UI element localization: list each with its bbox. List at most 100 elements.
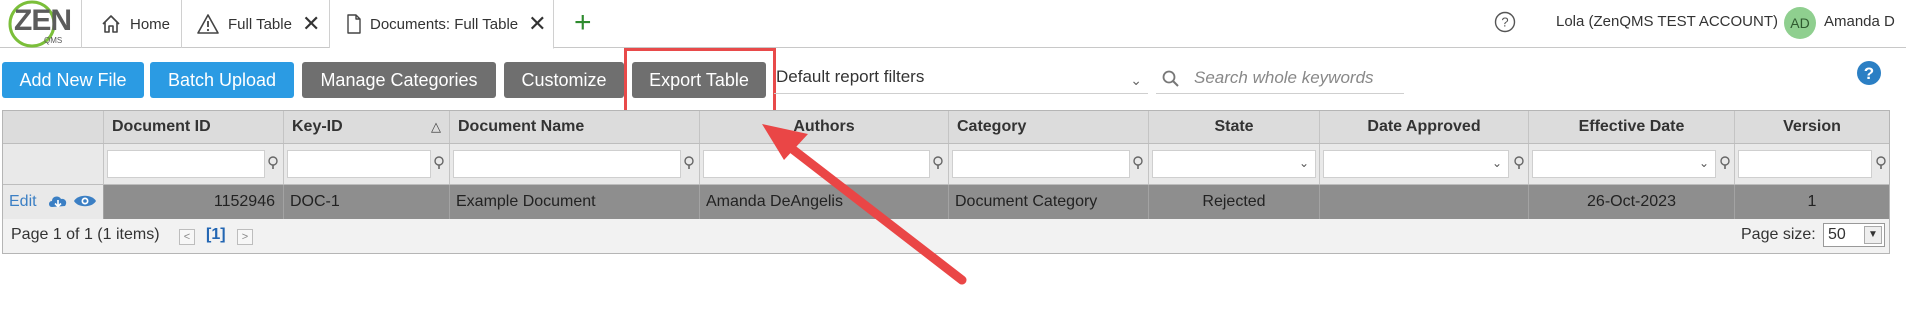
warning-icon (197, 14, 219, 34)
add-tab-button[interactable]: + (574, 6, 592, 40)
manage-categories-button[interactable]: Manage Categories (302, 62, 496, 98)
cell-document-id: 1152946 (104, 185, 284, 219)
filter-icon[interactable] (1514, 156, 1524, 170)
logo-text: ZEN (14, 4, 72, 37)
eye-icon[interactable] (73, 193, 97, 209)
filter-cell-key-id (284, 144, 450, 184)
help-icon[interactable]: ? (1494, 11, 1516, 33)
grid-header-row: Document ID Key-ID △ Document Name Author… (3, 111, 1889, 144)
add-new-file-button[interactable]: Add New File (2, 62, 144, 98)
filter-cell-effective-date: ⌄ (1529, 144, 1735, 184)
cell-authors: Amanda DeAngelis (700, 185, 949, 219)
column-header-version[interactable]: Version (1735, 111, 1889, 143)
filter-cell-category (949, 144, 1149, 184)
sort-ascending-icon: △ (431, 119, 441, 134)
column-header-date-approved[interactable]: Date Approved (1320, 111, 1529, 143)
column-header-label: Category (957, 118, 1027, 135)
search-box (1156, 62, 1404, 94)
column-header-authors[interactable]: Authors (700, 111, 949, 143)
filter-cell-actions (3, 144, 104, 184)
chevron-down-icon: ⌄ (1130, 72, 1142, 88)
grid-pager: Page 1 of 1 (1 items) < [1] > Page size:… (3, 219, 1889, 253)
user-name[interactable]: Amanda D (1824, 13, 1895, 30)
page-size-label: Page size: (1741, 226, 1816, 243)
zenqms-logo[interactable]: ZEN QMS (0, 0, 82, 48)
tab-home-label: Home (130, 15, 171, 33)
filter-icon[interactable] (684, 156, 694, 170)
cell-effective-date: 26-Oct-2023 (1529, 185, 1735, 219)
filter-input-category[interactable] (952, 150, 1130, 178)
next-page-button[interactable]: > (237, 229, 253, 245)
top-navigation-bar: ZEN QMS Home Full Table ✕ Documents: Ful… (0, 0, 1906, 49)
filter-input-document-id[interactable] (107, 150, 265, 178)
table-row[interactable]: Edit 1152946 DOC-1 Example Document Aman… (3, 185, 1889, 219)
column-header-key-id[interactable]: Key-ID △ (284, 111, 450, 143)
edit-link[interactable]: Edit (9, 193, 37, 210)
documents-grid: Document ID Key-ID △ Document Name Author… (2, 110, 1890, 254)
home-icon (102, 15, 120, 33)
filter-icon[interactable] (434, 156, 444, 170)
filter-icon[interactable] (933, 156, 943, 170)
filter-select-state[interactable]: ⌄ (1152, 150, 1316, 178)
filter-icon[interactable] (268, 156, 278, 170)
filter-input-authors[interactable] (703, 150, 930, 178)
cell-state: Rejected (1149, 185, 1320, 219)
filter-icon[interactable] (1133, 156, 1143, 170)
batch-upload-button[interactable]: Batch Upload (150, 62, 294, 98)
filter-select-date-approved[interactable]: ⌄ (1323, 150, 1509, 178)
filter-icon[interactable] (1720, 156, 1730, 170)
column-header-effective-date[interactable]: Effective Date (1529, 111, 1735, 143)
column-header-state[interactable]: State (1149, 111, 1320, 143)
prev-page-button[interactable]: < (179, 229, 195, 245)
tab-documents-label: Documents: Full Table (370, 15, 519, 33)
close-icon[interactable]: ✕ (528, 13, 546, 35)
filter-icon[interactable] (1876, 156, 1886, 170)
column-header-label: Document ID (112, 118, 211, 135)
close-icon[interactable]: ✕ (302, 13, 320, 35)
filter-input-document-name[interactable] (453, 150, 681, 178)
customize-button[interactable]: Customize (504, 62, 624, 98)
page-size-value: 50 (1828, 226, 1846, 243)
account-name[interactable]: Lola (ZenQMS TEST ACCOUNT) (1556, 13, 1778, 30)
filter-cell-authors (700, 144, 949, 184)
chevron-down-icon: ⌄ (1298, 156, 1309, 170)
filter-cell-document-id (104, 144, 284, 184)
filter-select-effective-date[interactable]: ⌄ (1532, 150, 1716, 178)
highlight-box (624, 48, 776, 114)
search-input[interactable] (1192, 64, 1398, 92)
logo-subtext: QMS (44, 36, 63, 45)
cell-date-approved (1320, 185, 1529, 219)
filter-input-version[interactable] (1738, 150, 1872, 178)
column-header-actions (3, 111, 104, 143)
cell-version: 1 (1807, 193, 1817, 210)
report-filter-select[interactable]: Default report filters ⌄ (774, 62, 1148, 94)
filter-cell-document-name (450, 144, 700, 184)
cell-document-name: Example Document (450, 185, 700, 219)
help-icon[interactable]: ? (1856, 60, 1882, 86)
column-header-label: State (1214, 118, 1254, 135)
chevron-down-icon: ⌄ (1698, 156, 1709, 170)
column-header-category[interactable]: Category (949, 111, 1149, 143)
tab-full-table-label: Full Table (228, 15, 292, 33)
column-header-label: Date Approved (1367, 118, 1481, 135)
filter-cell-date-approved: ⌄ (1320, 144, 1529, 184)
tab-full-table[interactable]: Full Table ✕ (182, 0, 330, 48)
column-header-document-id[interactable]: Document ID (104, 111, 284, 143)
tab-documents-full-table[interactable]: Documents: Full Table ✕ (330, 0, 554, 49)
column-header-document-name[interactable]: Document Name (450, 111, 700, 143)
cell-key-id: DOC-1 (284, 185, 450, 219)
column-header-label: Document Name (458, 118, 585, 135)
column-header-label: Effective Date (1578, 118, 1685, 135)
avatar[interactable]: AD (1784, 7, 1816, 39)
svg-text:?: ? (1501, 15, 1508, 30)
search-icon (1162, 70, 1179, 87)
tab-home[interactable]: Home (82, 0, 182, 48)
column-header-label: Authors (793, 118, 855, 135)
current-page[interactable]: [1] (206, 226, 226, 244)
download-icon[interactable] (47, 193, 69, 211)
chevron-down-icon: ▼ (1864, 226, 1882, 244)
page-size-select[interactable]: 50 ▼ (1823, 223, 1885, 247)
filter-cell-state: ⌄ (1149, 144, 1320, 184)
column-header-label: Key-ID (292, 118, 343, 135)
filter-input-key-id[interactable] (287, 150, 431, 178)
